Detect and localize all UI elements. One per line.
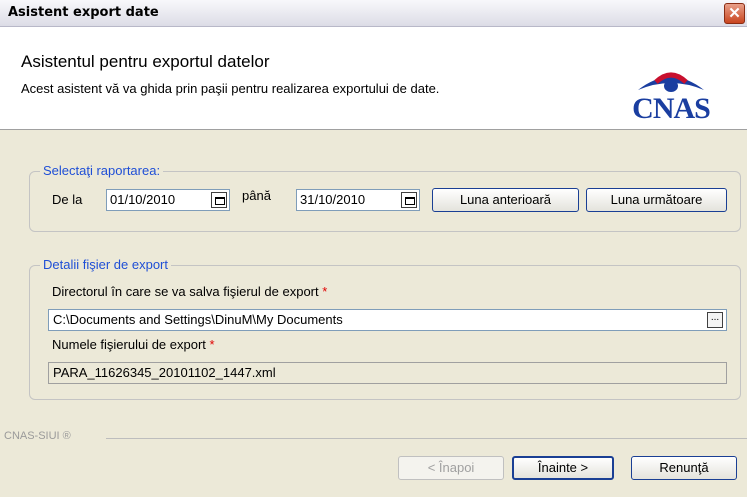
footer-brand: CNAS-SIUI ® [4,430,71,442]
footer-divider [106,438,747,439]
export-group-label: Detalii fişier de export [40,257,171,272]
window-title: Asistent export date [8,5,159,20]
from-date-value: 01/10/2010 [110,192,176,207]
directory-input[interactable]: C:\Documents and Settings\DinuM\My Docum… [48,309,727,331]
previous-month-button[interactable]: Luna anterioară [432,188,579,212]
close-icon: ✕ [728,5,741,22]
header-title: Asistentul pentru exportul datelor [21,52,270,71]
filename-label: Numele fişierului de export * [52,337,215,352]
title-bar: Asistent export date ✕ [0,0,747,27]
report-group-label: Selectaţi raportarea: [40,163,164,178]
header-subtitle: Acest asistent vă va ghida prin paşii pe… [21,81,440,96]
wizard-header: Asistentul pentru exportul datelor Acest… [0,27,747,130]
directory-label-text: Directorul în care se va salva fişierul … [52,284,319,299]
filename-field: PARA_11626345_20101102_1447.xml [48,362,727,384]
calendar-icon[interactable] [401,192,417,208]
close-button[interactable]: ✕ [724,3,745,24]
filename-label-text: Numele fişierului de export [52,337,206,352]
browse-button[interactable]: ... [707,312,723,328]
calendar-icon[interactable] [211,192,227,208]
required-marker: * [209,337,215,352]
to-date-input[interactable]: 31/10/2010 [296,189,420,211]
next-button[interactable]: Înainte > [512,456,614,480]
directory-label: Directorul în care se va salva fişierul … [52,284,327,299]
directory-value: C:\Documents and Settings\DinuM\My Docum… [53,312,343,327]
filename-value: PARA_11626345_20101102_1447.xml [53,365,276,380]
from-label: De la [52,192,83,207]
to-label: până [242,188,271,203]
cancel-button[interactable]: Renunţă [631,456,737,480]
to-date-value: 31/10/2010 [300,192,366,207]
cnas-logo: CNAS [616,62,726,125]
required-marker: * [322,284,328,299]
logo-text: CNAS [632,92,711,125]
next-month-button[interactable]: Luna următoare [586,188,727,212]
back-button[interactable]: < Înapoi [398,456,504,480]
from-date-input[interactable]: 01/10/2010 [106,189,230,211]
